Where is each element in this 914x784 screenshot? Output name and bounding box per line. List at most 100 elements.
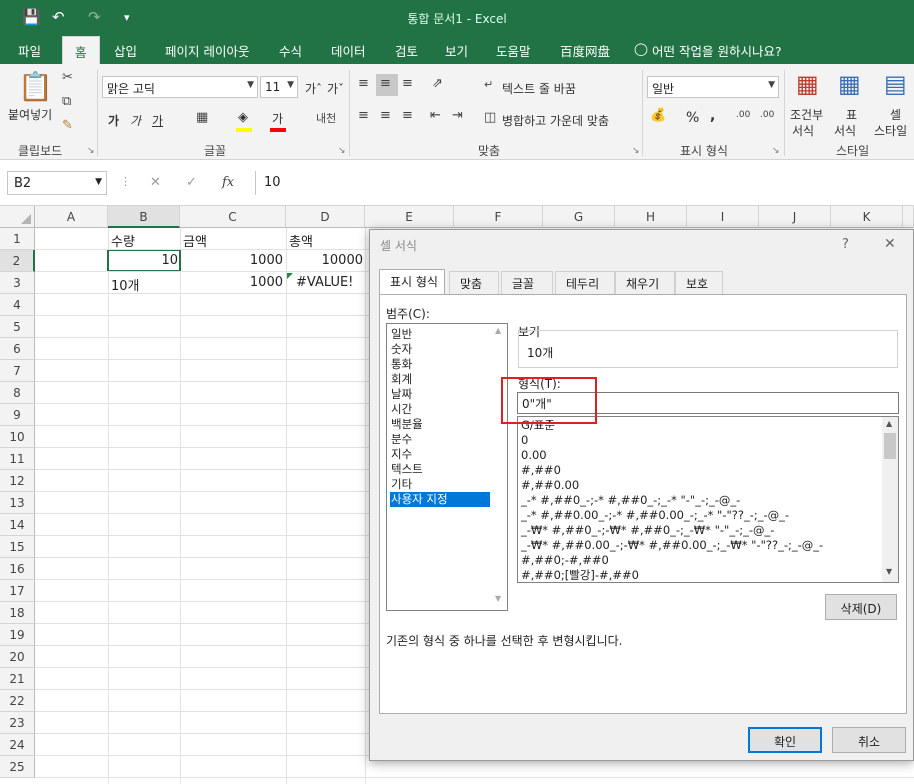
format-list[interactable]: G/표준 0 0.00 #,##0 #,##0.00 _-* #,##0_-;-* #,#… (517, 416, 899, 583)
name-box[interactable]: B2 ▼ (7, 171, 107, 195)
category-item[interactable]: 통화 (390, 357, 490, 372)
close-icon[interactable]: ✕ (884, 236, 896, 252)
row-header[interactable]: 7 (0, 360, 35, 382)
format-painter-icon[interactable]: ✎ (62, 118, 73, 133)
row-header[interactable]: 14 (0, 514, 35, 536)
column-header[interactable]: C (180, 206, 286, 228)
accounting-format-icon[interactable]: 💰 (650, 108, 666, 123)
decrease-indent-icon[interactable]: ⇤ (430, 108, 441, 123)
shrink-font-icon[interactable]: 가ˇ (327, 80, 344, 97)
align-top-icon[interactable]: ≡ (358, 76, 369, 91)
format-item[interactable]: #,##0;[빨강]-#,##0 (521, 568, 639, 582)
format-item[interactable]: _-₩* #,##0_-;-₩* #,##0_-;_-₩* "-"_-;_-@_… (521, 523, 774, 538)
cell-D1[interactable]: 총액 (289, 228, 313, 250)
row-header[interactable]: 17 (0, 580, 35, 602)
row-header[interactable]: 16 (0, 558, 35, 580)
conditional-format-button-2[interactable]: 서식 (792, 122, 814, 139)
font-size-combo[interactable]: 11 ▼ (260, 76, 298, 98)
cut-icon[interactable]: ✂ (62, 70, 73, 85)
row-header[interactable]: 4 (0, 294, 35, 316)
row-header[interactable]: 23 (0, 712, 35, 734)
format-item[interactable]: #,##0.00 (521, 478, 579, 493)
row-header[interactable]: 13 (0, 492, 35, 514)
select-all-corner[interactable] (0, 206, 35, 228)
column-header[interactable]: A (35, 206, 108, 228)
format-item[interactable]: _-* #,##0_-;-* #,##0_-;_-* "-"_-;_-@_- (521, 493, 740, 508)
copy-icon[interactable]: ⧉ (62, 94, 71, 109)
bold-button[interactable]: 가 (108, 112, 119, 129)
row-header[interactable]: 18 (0, 602, 35, 624)
column-header[interactable]: B (108, 206, 180, 228)
row-header[interactable]: 1 (0, 228, 35, 250)
category-item[interactable]: 분수 (390, 432, 490, 447)
cell-styles-button[interactable]: 셀 (890, 106, 901, 123)
row-header[interactable]: 15 (0, 536, 35, 558)
row-header[interactable]: 25 (0, 756, 35, 778)
alignment-launcher-icon[interactable]: ↘ (632, 146, 640, 156)
column-header[interactable]: G (543, 206, 615, 228)
row-header[interactable]: 3 (0, 272, 35, 294)
increase-indent-icon[interactable]: ⇥ (452, 108, 463, 123)
row-header[interactable]: 5 (0, 316, 35, 338)
format-table-button[interactable]: 표 (846, 106, 857, 123)
clipboard-launcher-icon[interactable]: ↘ (87, 146, 95, 156)
tab-formulas[interactable]: 수식 (279, 41, 302, 60)
align-left-icon[interactable]: ≡ (358, 108, 369, 123)
category-item[interactable]: 기타 (390, 477, 490, 492)
scroll-thumb[interactable] (884, 433, 896, 459)
comma-button[interactable]: , (710, 108, 715, 124)
insert-function-icon[interactable]: fx (222, 175, 234, 190)
format-item[interactable]: _-* #,##0.00_-;-* #,##0.00_-;_-* "-"??_-… (521, 508, 789, 523)
row-header[interactable]: 8 (0, 382, 35, 404)
conditional-format-icon[interactable]: ▦ (796, 70, 819, 98)
row-header[interactable]: 24 (0, 734, 35, 756)
row-header[interactable]: 6 (0, 338, 35, 360)
category-list[interactable]: 일반 숫자 통화 회계 날짜 시간 백분율 분수 지수 텍스트 기타 사용자 지정 ▲ ▼ (386, 323, 508, 611)
row-header[interactable]: 12 (0, 470, 35, 492)
cell-C3[interactable]: 1000 (180, 272, 283, 294)
column-header[interactable]: E (365, 206, 454, 228)
tab-border[interactable]: 테두리 (555, 271, 615, 294)
paste-icon[interactable]: 📋 (18, 70, 53, 103)
category-scrollbar[interactable]: ▲ ▼ (491, 324, 507, 610)
wrap-text-button[interactable]: 텍스트 줄 바꿈 (502, 80, 576, 97)
font-name-combo[interactable]: 맑은 고딕 ▼ (102, 76, 258, 98)
column-header[interactable]: F (454, 206, 543, 228)
number-launcher-icon[interactable]: ↘ (772, 146, 780, 156)
decrease-decimal-icon[interactable]: .00 (760, 110, 774, 120)
scroll-up-icon[interactable]: ▲ (495, 326, 501, 335)
phonetic-icon[interactable]: 내천 (316, 110, 336, 126)
row-header[interactable]: 22 (0, 690, 35, 712)
cell-D2[interactable]: 10000 (286, 250, 363, 272)
tab-alignment[interactable]: 맞춤 (449, 271, 499, 294)
format-scrollbar[interactable]: ▲ ▼ (882, 417, 898, 582)
cancel-icon[interactable]: ✕ (150, 175, 161, 190)
align-middle-icon[interactable]: ≡ (380, 76, 391, 91)
column-header[interactable]: H (615, 206, 687, 228)
align-right-icon[interactable]: ≡ (402, 108, 413, 123)
tab-data[interactable]: 데이터 (331, 41, 366, 60)
format-item[interactable]: 0 (521, 433, 528, 448)
format-table-button-2[interactable]: 서식 (834, 122, 856, 139)
conditional-format-button[interactable]: 조건부 (790, 106, 823, 123)
tab-home[interactable]: 홈 (62, 36, 100, 64)
cell-styles-button-2[interactable]: 스타일 (874, 122, 907, 139)
row-header[interactable]: 9 (0, 404, 35, 426)
percent-button[interactable]: % (686, 110, 699, 126)
enter-icon[interactable]: ✓ (186, 175, 197, 190)
cell-C2[interactable]: 1000 (180, 250, 283, 272)
cancel-button[interactable]: 취소 (832, 727, 906, 753)
tab-number-format[interactable]: 표시 형식 (379, 269, 445, 295)
tab-page-layout[interactable]: 페이지 레이아웃 (165, 41, 249, 60)
delete-button[interactable]: 삭제(D) (825, 594, 897, 620)
column-header[interactable]: K (831, 206, 903, 228)
category-item[interactable]: 숫자 (390, 342, 490, 357)
format-item[interactable]: _-₩* #,##0.00_-;-₩* #,##0.00_-;_-₩* "-"?… (521, 538, 823, 553)
category-item[interactable]: 회계 (390, 372, 490, 387)
formula-input[interactable]: 10 (255, 171, 914, 195)
cell-D3[interactable]: #VALUE! (296, 272, 353, 294)
tab-insert[interactable]: 삽입 (114, 41, 137, 60)
number-format-combo[interactable]: 일반 ▼ (647, 76, 779, 98)
tab-fill[interactable]: 채우기 (615, 271, 675, 294)
cell-B3[interactable]: 10개 (111, 272, 140, 294)
